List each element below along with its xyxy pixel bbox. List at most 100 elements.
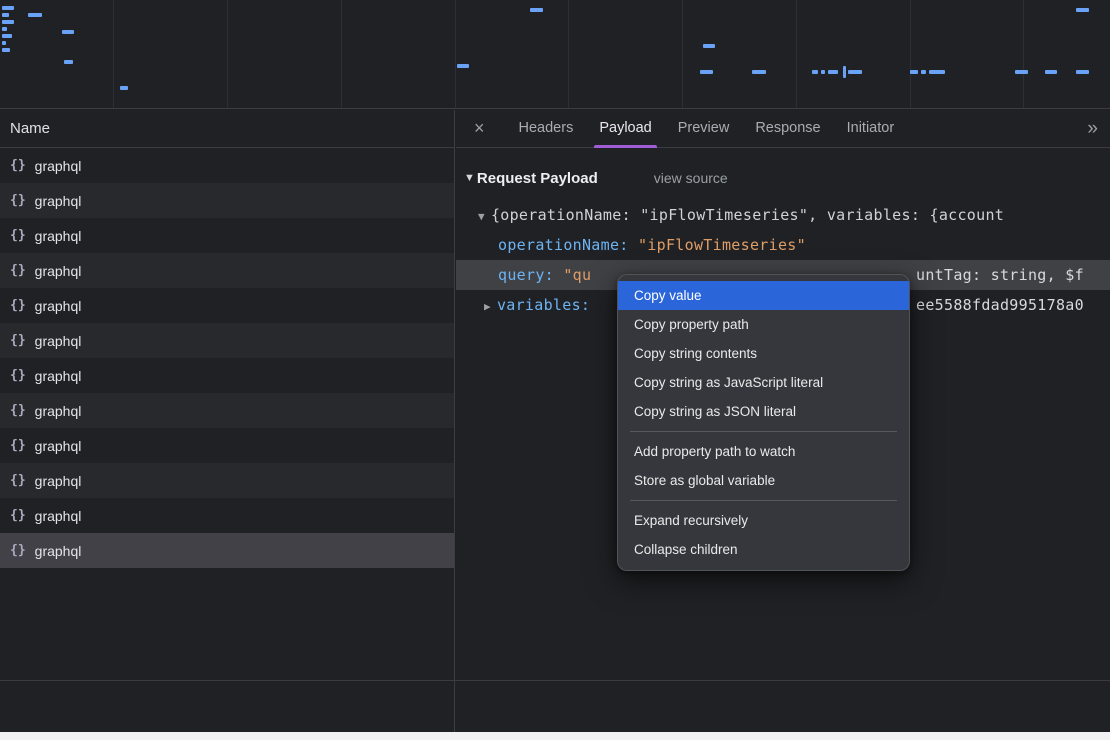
menu-item-copy-property-path[interactable]: Copy property path (618, 310, 909, 339)
expand-triangle-icon[interactable]: ▶ (484, 300, 491, 313)
network-activity-bar (1076, 8, 1089, 12)
request-name: graphql (35, 193, 82, 209)
network-activity-bar (28, 13, 42, 17)
timeline-gridline (455, 0, 456, 108)
json-braces-icon: {} (10, 403, 26, 418)
tabs-overflow-icon[interactable]: » (1087, 118, 1098, 140)
menu-separator (630, 431, 897, 432)
menu-item-add-property-path-to-watch[interactable]: Add property path to watch (618, 437, 909, 466)
key-value-space (554, 266, 563, 284)
network-activity-bar (1015, 70, 1028, 74)
request-name: graphql (35, 228, 82, 244)
request-row[interactable]: {}graphql (0, 533, 454, 568)
view-source-link[interactable]: view source (654, 170, 728, 186)
context-menu: Copy valueCopy property pathCopy string … (617, 274, 910, 571)
json-braces-icon: {} (10, 158, 26, 173)
network-activity-bar (703, 44, 715, 48)
menu-item-store-as-global-variable[interactable]: Store as global variable (618, 466, 909, 495)
page-below-devtools (0, 732, 1110, 740)
network-activity-bar (700, 70, 713, 74)
key-value-space (629, 236, 638, 254)
network-activity-bar (848, 70, 862, 74)
request-row[interactable]: {}graphql (0, 358, 454, 393)
property-key: query: (498, 266, 554, 284)
request-name: graphql (35, 333, 82, 349)
menu-item-expand-recursively[interactable]: Expand recursively (618, 506, 909, 535)
json-braces-icon: {} (10, 228, 26, 243)
json-braces-icon: {} (10, 333, 26, 348)
network-main: Name {} graphql {} graphql {} graphql {} graphq… (0, 110, 1110, 732)
request-name: graphql (35, 158, 82, 174)
timeline-overview[interactable] (0, 0, 1110, 109)
request-name: graphql (35, 508, 82, 524)
menu-item-copy-value[interactable]: Copy value (618, 281, 909, 310)
menu-item-collapse-children[interactable]: Collapse children (618, 535, 909, 564)
menu-item-copy-string-contents[interactable]: Copy string contents (618, 339, 909, 368)
network-activity-bar (821, 70, 825, 74)
json-braces-icon: {} (10, 368, 26, 383)
json-braces-icon: {} (10, 298, 26, 313)
network-activity-bar (752, 70, 766, 74)
request-table: Name {} graphql {} graphql {} graphql {} graphq… (0, 110, 455, 732)
json-braces-icon: {} (10, 508, 26, 523)
network-activity-bar (910, 70, 918, 74)
request-row[interactable]: {}graphql (0, 253, 454, 288)
request-row[interactable]: {} graphql (0, 323, 454, 358)
tree-row-operation-name[interactable]: operationName: "ipFlowTimeseries" (456, 230, 1110, 260)
network-activity-bar (921, 70, 926, 74)
tab-initiator[interactable]: Initiator (835, 110, 907, 148)
section-title: Request Payload (477, 170, 598, 187)
request-name: graphql (35, 403, 82, 419)
tab-preview[interactable]: Preview (666, 110, 742, 148)
collapse-triangle-icon[interactable]: ▼ (478, 210, 485, 223)
tree-row-object-preview[interactable]: ▼ {operationName: "ipFlowTimeseries", var… (456, 200, 1110, 230)
network-activity-bar (843, 66, 846, 78)
menu-item-copy-string-as-javascript-literal[interactable]: Copy string as JavaScript literal (618, 368, 909, 397)
menu-separator (630, 500, 897, 501)
request-row[interactable]: {} graphql (0, 463, 454, 498)
request-row[interactable]: {} graphql (0, 288, 454, 323)
detail-tabs: × HeadersPayloadPreviewResponseInitiator… (456, 110, 1110, 148)
network-activity-bar (812, 70, 818, 74)
network-activity-bar (929, 70, 945, 74)
property-value-start: "qu (563, 266, 591, 284)
network-activity-bar (2, 34, 12, 38)
timeline-gridline (796, 0, 797, 108)
network-activity-bar (1076, 70, 1089, 74)
property-value: "ipFlowTimeseries" (638, 236, 806, 254)
request-row[interactable]: {} graphql (0, 498, 454, 533)
timeline-gridline (341, 0, 342, 108)
tab-response[interactable]: Response (743, 110, 832, 148)
menu-item-copy-string-as-json-literal[interactable]: Copy string as JSON literal (618, 397, 909, 426)
tab-payload[interactable]: Payload (587, 110, 663, 148)
property-key: operationName: (498, 236, 629, 254)
network-activity-bar (2, 13, 9, 17)
network-activity-bar (2, 20, 14, 24)
network-activity-bar (64, 60, 73, 64)
close-icon[interactable]: × (474, 118, 485, 139)
request-row[interactable]: {} graphql (0, 148, 454, 183)
request-name: graphql (35, 298, 82, 314)
request-row[interactable]: {} graphql (0, 393, 454, 428)
request-row[interactable]: {}graphql (0, 183, 454, 218)
timeline-gridline (568, 0, 569, 108)
tab-headers[interactable]: Headers (507, 110, 586, 148)
request-payload-section-header: ▼ Request Payload view source (456, 163, 1110, 193)
network-activity-bar (457, 64, 469, 68)
request-name: graphql (35, 473, 82, 489)
request-row[interactable]: {} graphql (0, 218, 454, 253)
object-preview-text: {operationName: "ipFlowTimeseries", vari… (491, 206, 1004, 224)
timeline-gridline (1023, 0, 1024, 108)
json-braces-icon: {} (10, 473, 26, 488)
network-activity-bar (2, 48, 10, 52)
property-key: variables: (497, 296, 590, 314)
request-name: graphql (35, 543, 82, 559)
network-activity-bar (2, 27, 7, 31)
request-row[interactable]: {}graphql (0, 428, 454, 463)
property-value-continuation: untTag: string, $f (916, 260, 1084, 290)
devtools-network-panel: Name {} graphql {} graphql {} graphql {} graphq… (0, 0, 1110, 740)
network-activity-bar (828, 70, 838, 74)
column-header-name[interactable]: Name (0, 110, 454, 148)
section-collapse-triangle-icon[interactable]: ▼ (464, 172, 475, 184)
request-name: graphql (35, 438, 82, 454)
